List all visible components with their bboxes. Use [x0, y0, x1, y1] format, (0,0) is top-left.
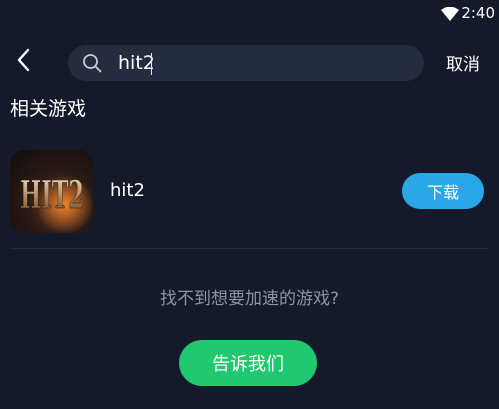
download-button[interactable]: 下载 [402, 173, 484, 209]
status-bar: 2:40 [0, 0, 499, 26]
search-icon [82, 53, 102, 73]
game-result-row[interactable]: HIT2 hit2 下载 [0, 140, 499, 248]
game-icon[interactable]: HIT2 [10, 150, 93, 233]
text-caret [151, 53, 152, 75]
status-time: 2:40 [461, 4, 495, 22]
cancel-button[interactable]: 取消 [446, 50, 480, 75]
search-input[interactable] [118, 45, 408, 81]
wifi-icon [441, 6, 459, 21]
divider [10, 248, 489, 249]
game-icon-logo: HIT2 [20, 172, 84, 217]
back-button[interactable] [10, 48, 38, 76]
search-box[interactable] [68, 45, 424, 81]
chevron-left-icon [15, 48, 33, 76]
game-name: hit2 [110, 180, 145, 201]
section-title: 相关游戏 [10, 98, 87, 120]
not-found-text: 找不到想要加速的游戏? [159, 289, 340, 309]
tell-us-button[interactable]: 告诉我们 [179, 340, 317, 386]
